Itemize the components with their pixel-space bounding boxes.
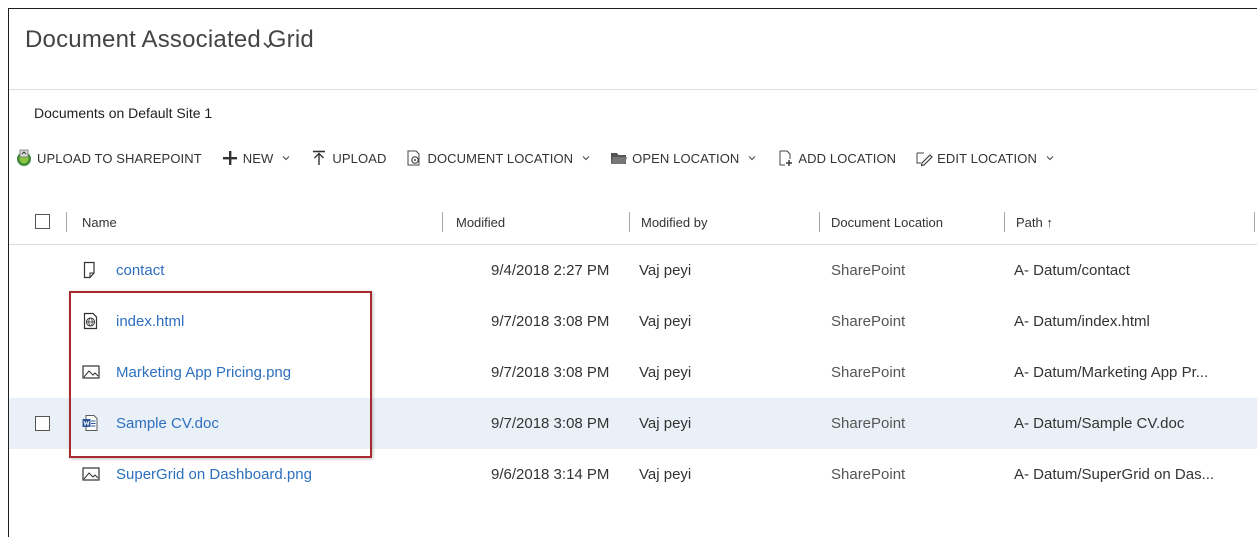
table-row[interactable]: contact 9/4/2018 2:27 PM Vaj peyi ShareP… [9,245,1257,296]
subgrid-label: Documents on Default Site 1 [34,105,213,121]
add-location-icon [779,150,793,166]
plus-icon [222,151,237,165]
command-bar: UPLOAD TO SHAREPOINT NEW UPLOAD DOCUMENT… [9,147,1074,169]
upload-to-sharepoint-button[interactable]: UPLOAD TO SHAREPOINT [15,147,202,169]
open-location-label: OPEN LOCATION [632,150,740,166]
edit-location-icon [916,152,933,167]
table-row[interactable]: index.html 9/7/2018 3:08 PM Vaj peyi Sha… [9,296,1257,347]
column-separator [66,212,67,232]
document-name-link[interactable]: Marketing App Pricing.png [116,347,291,398]
column-separator [1254,212,1255,232]
add-location-button[interactable]: ADD LOCATION [776,147,896,169]
image-document-icon [82,365,100,379]
column-header-modified[interactable]: Modified [456,199,505,245]
document-path: A- Datum/Sample CV.doc [1014,415,1185,432]
column-header-modified-by[interactable]: Modified by [641,199,707,245]
new-button[interactable]: NEW [221,147,292,169]
open-location-button[interactable]: OPEN LOCATION [610,147,757,169]
document-location-button[interactable]: DOCUMENT LOCATION [405,147,591,169]
document-location: SharePoint [831,262,906,279]
column-separator [442,212,443,232]
edit-location-button[interactable]: EDIT LOCATION [915,147,1055,169]
modified-by: Vaj peyi [639,415,692,432]
upload-button[interactable]: UPLOAD [310,147,386,169]
row-checkbox[interactable] [35,416,50,431]
modified-by: Vaj peyi [639,466,692,483]
image-document-icon [82,467,100,481]
document-location: SharePoint [831,466,906,483]
modified-by: Vaj peyi [639,364,692,381]
table-row[interactable]: Marketing App Pricing.png 9/7/2018 3:08 … [9,347,1257,398]
blank-document-icon [83,261,95,279]
chevron-down-icon[interactable] [261,38,275,52]
modified-date: 9/7/2018 3:08 PM [491,313,610,330]
title-bar: Document Associated Grid [9,9,1257,90]
document-location: SharePoint [831,313,906,330]
modified-date: 9/4/2018 2:27 PM [491,262,610,279]
document-location-label: DOCUMENT LOCATION [427,150,574,166]
documents-grid: Name Modified Modified by Document Locat… [9,199,1257,500]
grid-panel: Document Associated Grid Documents on De… [8,8,1257,537]
web-document-icon [83,312,98,330]
column-header-path[interactable]: Path ↑ [1016,199,1053,245]
document-name-link[interactable]: index.html [116,296,184,347]
modified-date: 9/6/2018 3:14 PM [491,466,610,483]
caret-down-icon [582,156,590,161]
table-row[interactable]: SuperGrid on Dashboard.png 9/6/2018 3:14… [9,449,1257,500]
document-name-link[interactable]: Sample CV.doc [116,398,219,449]
folder-open-icon [611,153,628,164]
caret-down-icon [748,156,756,161]
modified-by: Vaj peyi [639,313,692,330]
select-all-checkbox[interactable] [35,214,50,229]
upload-to-sharepoint-label: UPLOAD TO SHAREPOINT [37,150,202,166]
document-name-link[interactable]: contact [116,245,164,296]
word-document-icon [82,415,98,431]
new-label: NEW [242,150,274,166]
document-path: A- Datum/SuperGrid on Das... [1014,466,1215,483]
edit-location-label: EDIT LOCATION [937,150,1037,166]
column-header-name[interactable]: Name [82,199,117,245]
document-path: A- Datum/Marketing App Pr... [1014,364,1209,381]
modified-by: Vaj peyi [639,262,692,279]
column-separator [629,212,630,232]
document-name-link[interactable]: SuperGrid on Dashboard.png [116,449,312,500]
column-separator [1004,212,1005,232]
upload-arrow-icon [313,150,326,165]
upload-label: UPLOAD [332,150,387,166]
sharepoint-upload-icon [17,149,31,166]
grid-header-row: Name Modified Modified by Document Locat… [9,199,1257,245]
document-location-icon [407,150,420,166]
document-location: SharePoint [831,364,906,381]
modified-date: 9/7/2018 3:08 PM [491,415,610,432]
modified-date: 9/7/2018 3:08 PM [491,364,610,381]
document-path: A- Datum/contact [1014,262,1130,279]
column-separator [819,212,820,232]
caret-down-icon [282,156,290,161]
document-path: A- Datum/index.html [1014,313,1150,330]
table-row[interactable]: Sample CV.doc 9/7/2018 3:08 PM Vaj peyi … [9,398,1257,449]
document-location: SharePoint [831,415,906,432]
column-header-document-location[interactable]: Document Location [831,199,943,245]
caret-down-icon [1046,156,1054,161]
add-location-label: ADD LOCATION [798,150,897,166]
